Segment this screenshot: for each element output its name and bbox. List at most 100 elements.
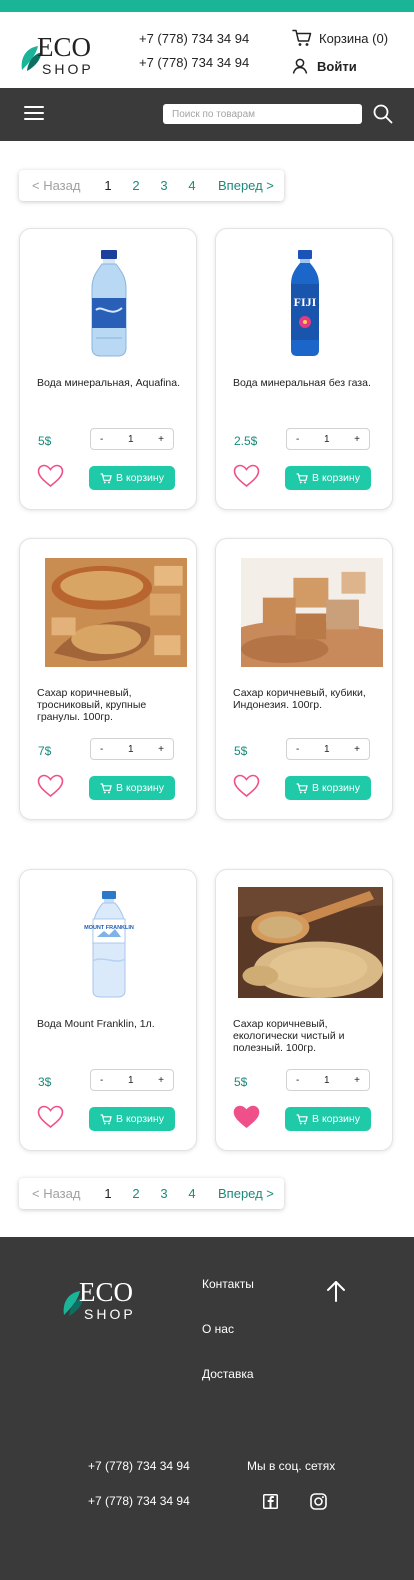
logo-eco-text: ECO — [79, 1277, 133, 1307]
pagination-page-3[interactable]: 3 — [150, 178, 178, 193]
eco-shop-logo[interactable]: ECO SHOP — [60, 1275, 142, 1321]
quantity-minus-button[interactable]: - — [100, 744, 103, 755]
add-to-cart-label: В корзину — [116, 782, 164, 794]
product-price: 3$ — [38, 1075, 52, 1089]
add-to-cart-button[interactable]: В корзину — [89, 466, 175, 490]
eco-shop-logo[interactable]: ECO SHOP — [18, 30, 100, 76]
quantity-value[interactable]: 1 — [128, 434, 134, 445]
product-card[interactable]: Сахар коричневый, екологически чистый и … — [215, 869, 393, 1151]
logo-shop-text: SHOP — [84, 1306, 136, 1321]
quantity-minus-button[interactable]: - — [100, 434, 103, 445]
add-to-cart-button[interactable]: В корзину — [89, 1107, 175, 1131]
product-name[interactable]: Вода Mount Franklin, 1л. — [37, 1018, 187, 1030]
product-name[interactable]: Вода минеральная без газа. — [233, 377, 383, 389]
pagination-page-1[interactable]: 1 — [94, 1186, 122, 1201]
footer: ECO SHOP Контакты О нас Доставка +7 (778… — [0, 1237, 414, 1580]
product-name[interactable]: Сахар коричневый, тросниковый, крупные г… — [37, 687, 187, 723]
product-card[interactable]: Вода минеральная, Aquafina. 5$ - 1 + В к… — [19, 228, 197, 510]
instagram-icon[interactable] — [310, 1493, 327, 1510]
product-card[interactable]: MOUNT FRANKLIN Вода Mount Franklin, 1л. … — [19, 869, 197, 1151]
add-to-cart-label: В корзину — [116, 472, 164, 484]
pagination-prev[interactable]: < Назад — [32, 178, 94, 193]
footer-link-about[interactable]: О нас — [202, 1322, 234, 1336]
login-link[interactable]: Войти — [292, 58, 357, 74]
quantity-stepper: - 1 + — [90, 738, 174, 760]
product-image-brown-sugar-bowl[interactable] — [45, 558, 187, 667]
product-image-brown-sugar-cubes[interactable] — [241, 558, 383, 667]
quantity-value[interactable]: 1 — [324, 1075, 330, 1086]
hamburger-menu-icon[interactable] — [24, 106, 44, 122]
quantity-plus-button[interactable]: + — [354, 744, 360, 755]
quantity-stepper: - 1 + — [90, 1069, 174, 1091]
mount-franklin-label-text: MOUNT FRANKLIN — [84, 925, 134, 931]
quantity-plus-button[interactable]: + — [158, 434, 164, 445]
footer-link-delivery[interactable]: Доставка — [202, 1367, 254, 1381]
cart-link[interactable]: Корзина (0) — [292, 29, 388, 47]
product-name[interactable]: Сахар коричневый, екологически чистый и … — [233, 1018, 383, 1054]
pagination-page-2[interactable]: 2 — [122, 178, 150, 193]
header-phone-1[interactable]: +7 (778) 734 34 94 — [139, 31, 249, 46]
pagination-page-2[interactable]: 2 — [122, 1186, 150, 1201]
quantity-minus-button[interactable]: - — [296, 744, 299, 755]
cart-icon — [296, 1113, 308, 1124]
pagination-page-3[interactable]: 3 — [150, 1186, 178, 1201]
favorite-heart-icon[interactable] — [233, 774, 260, 798]
quantity-value[interactable]: 1 — [324, 744, 330, 755]
pagination-page-4[interactable]: 4 — [178, 1186, 206, 1201]
quantity-plus-button[interactable]: + — [354, 1075, 360, 1086]
search-icon[interactable] — [372, 103, 394, 125]
search-input[interactable] — [163, 104, 362, 124]
arrow-up-icon[interactable] — [326, 1280, 346, 1302]
favorite-heart-icon[interactable] — [37, 1105, 64, 1129]
product-image-water-fiji[interactable]: FIJI — [240, 248, 370, 358]
quantity-stepper: - 1 + — [286, 1069, 370, 1091]
quantity-plus-button[interactable]: + — [354, 434, 360, 445]
pagination-bottom: < Назад 1 2 3 4 Вперед > — [19, 1178, 284, 1209]
product-name[interactable]: Сахар коричневый, кубики, Индонезия. 100… — [233, 687, 383, 711]
pagination-next[interactable]: Вперед > — [218, 178, 274, 193]
footer-phone-1[interactable]: +7 (778) 734 34 94 — [88, 1459, 190, 1473]
product-card[interactable]: Сахар коричневый, кубики, Индонезия. 100… — [215, 538, 393, 820]
quantity-value[interactable]: 1 — [128, 1075, 134, 1086]
pagination-next[interactable]: Вперед > — [218, 1186, 274, 1201]
login-label: Войти — [317, 58, 357, 74]
favorite-heart-icon[interactable] — [37, 774, 64, 798]
user-icon — [292, 58, 308, 74]
pagination-page-1[interactable]: 1 — [94, 178, 122, 193]
header: ECO SHOP +7 (778) 734 34 94 +7 (778) 734… — [0, 12, 414, 88]
favorite-heart-icon[interactable] — [233, 464, 260, 488]
quantity-value[interactable]: 1 — [128, 744, 134, 755]
footer-link-contacts[interactable]: Контакты — [202, 1277, 254, 1291]
product-card[interactable]: FIJI Вода минеральная без газа. 2.5$ - 1… — [215, 228, 393, 510]
quantity-plus-button[interactable]: + — [158, 1075, 164, 1086]
cart-label: Корзина (0) — [319, 30, 389, 46]
quantity-minus-button[interactable]: - — [296, 434, 299, 445]
quantity-stepper: - 1 + — [90, 428, 174, 450]
add-to-cart-button[interactable]: В корзину — [89, 776, 175, 800]
quantity-minus-button[interactable]: - — [296, 1075, 299, 1086]
add-to-cart-label: В корзину — [312, 1113, 360, 1125]
favorite-heart-icon[interactable] — [37, 464, 64, 488]
add-to-cart-button[interactable]: В корзину — [285, 776, 371, 800]
quantity-plus-button[interactable]: + — [158, 744, 164, 755]
quantity-minus-button[interactable]: - — [100, 1075, 103, 1086]
pagination-page-4[interactable]: 4 — [178, 178, 206, 193]
product-name[interactable]: Вода минеральная, Aquafina. — [37, 377, 187, 389]
product-image-water-aquafina[interactable] — [44, 248, 174, 358]
add-to-cart-button[interactable]: В корзину — [285, 466, 371, 490]
footer-phone-2[interactable]: +7 (778) 734 34 94 — [88, 1494, 190, 1508]
product-card[interactable]: Сахар коричневый, тросниковый, крупные г… — [19, 538, 197, 820]
product-price: 2.5$ — [234, 434, 258, 448]
pagination-prev[interactable]: < Назад — [32, 1186, 94, 1201]
facebook-icon[interactable] — [263, 1494, 278, 1509]
product-image-water-mount-franklin[interactable]: MOUNT FRANKLIN — [44, 889, 174, 999]
social-title: Мы в соц. сетях — [247, 1459, 336, 1473]
product-image-brown-sugar-spoon[interactable] — [238, 887, 383, 998]
header-phone-2[interactable]: +7 (778) 734 34 94 — [139, 55, 249, 70]
pagination-top: < Назад 1 2 3 4 Вперед > — [19, 170, 284, 201]
quantity-value[interactable]: 1 — [324, 434, 330, 445]
add-to-cart-button[interactable]: В корзину — [285, 1107, 371, 1131]
quantity-stepper: - 1 + — [286, 738, 370, 760]
favorite-heart-filled-icon[interactable] — [233, 1105, 260, 1129]
product-price: 7$ — [38, 744, 52, 758]
